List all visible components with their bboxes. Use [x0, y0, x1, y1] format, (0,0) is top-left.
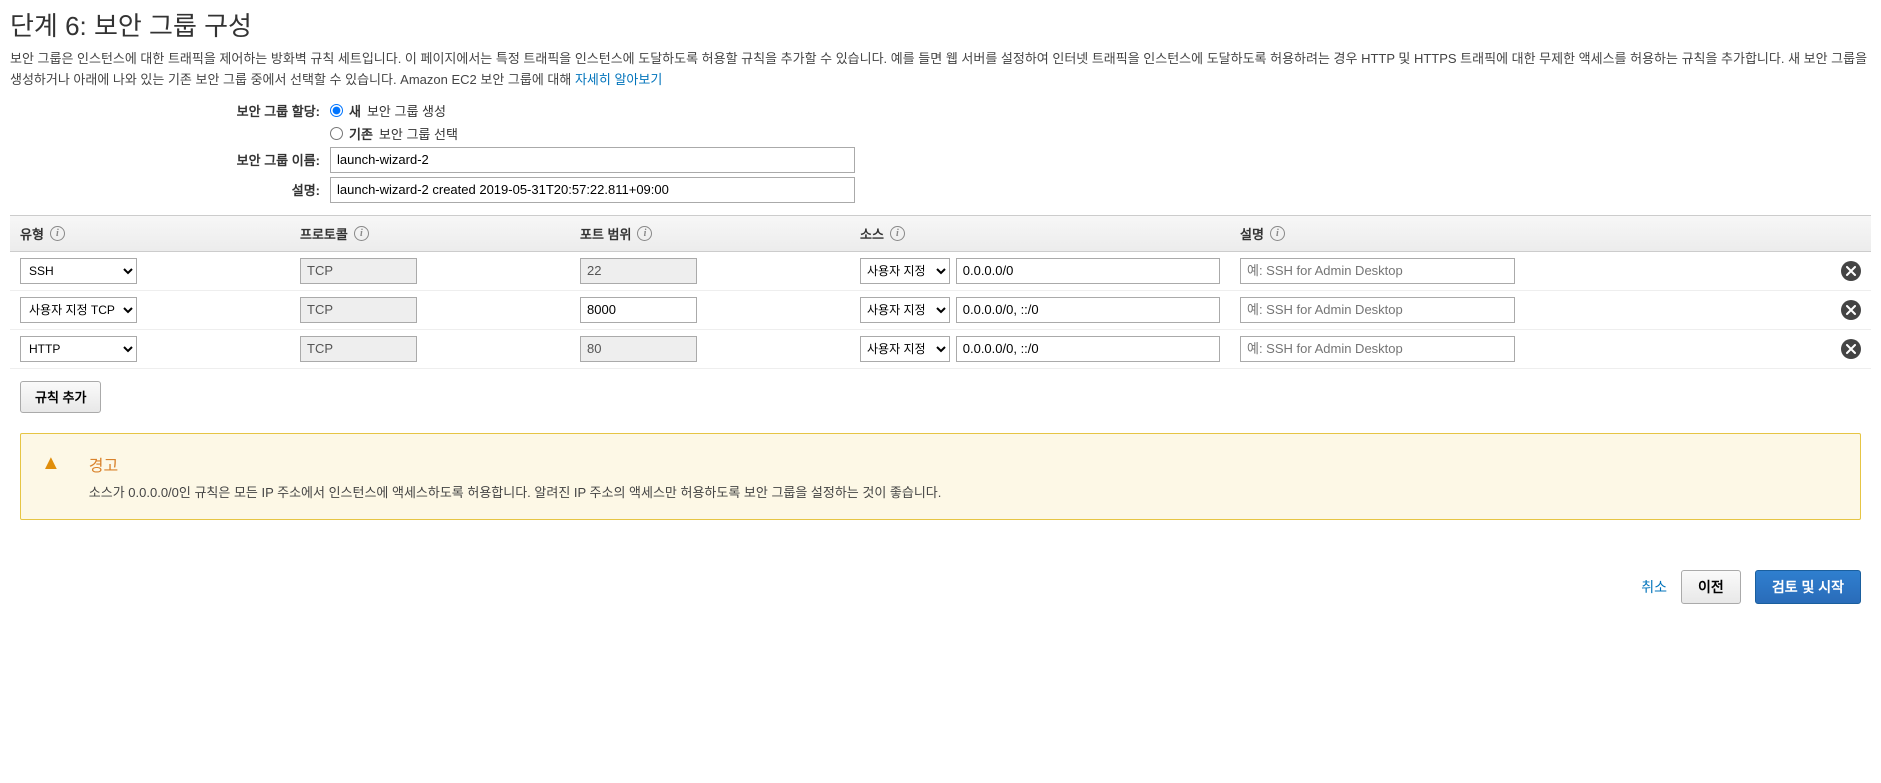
rule-type-select[interactable]: 사용자 지정 TCP — [20, 297, 137, 323]
col-source-label: 소스 — [860, 224, 884, 243]
description-text: 보안 그룹은 인스턴스에 대한 트래픽을 제어하는 방화벽 규칙 세트입니다. … — [10, 51, 1867, 87]
warning-box: ▲ 경고 소스가 0.0.0.0/0인 규칙은 모든 IP 주소에서 인스턴스에… — [20, 433, 1861, 520]
rule-port-input — [580, 258, 697, 284]
group-desc-input[interactable] — [330, 177, 855, 203]
page-title: 단계 6: 보안 그룹 구성 — [10, 6, 1871, 43]
info-icon[interactable]: i — [637, 226, 652, 241]
previous-button[interactable]: 이전 — [1681, 570, 1741, 604]
col-protocol-label: 프로토콜 — [300, 224, 348, 243]
radio-new-input[interactable] — [330, 104, 343, 117]
rule-protocol-input — [300, 258, 417, 284]
delete-rule-button[interactable] — [1841, 300, 1861, 320]
review-launch-button[interactable]: 검토 및 시작 — [1755, 570, 1861, 604]
rule-desc-input[interactable] — [1240, 336, 1515, 362]
radio-new-text: 보안 그룹 생성 — [367, 101, 446, 120]
radio-new-group[interactable]: 새 보안 그룹 생성 — [330, 101, 1871, 120]
close-icon — [1846, 266, 1856, 276]
page-description: 보안 그룹은 인스턴스에 대한 트래픽을 제어하는 방화벽 규칙 세트입니다. … — [10, 49, 1871, 91]
wizard-footer: 취소 이전 검토 및 시작 — [0, 540, 1881, 614]
group-name-input[interactable] — [330, 147, 855, 173]
rule-protocol-input — [300, 297, 417, 323]
rule-source-input[interactable] — [956, 258, 1220, 284]
rule-protocol-input — [300, 336, 417, 362]
group-desc-label: 설명: — [10, 180, 330, 199]
warning-icon: ▲ — [41, 452, 61, 475]
rule-port-input[interactable] — [580, 297, 697, 323]
cancel-link[interactable]: 취소 — [1641, 577, 1667, 597]
delete-rule-button[interactable] — [1841, 261, 1861, 281]
col-type-label: 유형 — [20, 224, 44, 243]
radio-existing-group[interactable]: 기존 보안 그룹 선택 — [330, 124, 1871, 143]
info-icon[interactable]: i — [890, 226, 905, 241]
rule-source-input[interactable] — [956, 336, 1220, 362]
add-rule-button[interactable]: 규칙 추가 — [20, 381, 101, 413]
info-icon[interactable]: i — [1270, 226, 1285, 241]
rule-type-select[interactable]: SSH — [20, 258, 137, 284]
group-name-label: 보안 그룹 이름: — [10, 150, 330, 169]
learn-more-link[interactable]: 자세히 알아보기 — [575, 72, 662, 87]
radio-existing-input[interactable] — [330, 127, 343, 140]
rule-source-mode-select[interactable]: 사용자 지정 — [860, 297, 950, 323]
assign-label: 보안 그룹 할당: — [10, 101, 330, 120]
rule-source-mode-select[interactable]: 사용자 지정 — [860, 336, 950, 362]
info-icon[interactable]: i — [50, 226, 65, 241]
warning-text: 소스가 0.0.0.0/0인 규칙은 모든 IP 주소에서 인스턴스에 액세스하… — [89, 482, 942, 501]
close-icon — [1846, 344, 1856, 354]
rule-row: 사용자 지정 TCP 사용자 지정 — [10, 291, 1871, 330]
radio-new-bold: 새 — [349, 101, 361, 120]
radio-existing-text: 보안 그룹 선택 — [379, 124, 458, 143]
info-icon[interactable]: i — [354, 226, 369, 241]
rule-port-input — [580, 336, 697, 362]
rule-desc-input[interactable] — [1240, 297, 1515, 323]
col-port-label: 포트 범위 — [580, 224, 631, 243]
warning-title: 경고 — [89, 452, 942, 476]
close-icon — [1846, 305, 1856, 315]
rule-source-input[interactable] — [956, 297, 1220, 323]
rule-type-select[interactable]: HTTP — [20, 336, 137, 362]
rules-header: 유형 i 프로토콜 i 포트 범위 i 소스 i 설명 i — [10, 215, 1871, 252]
delete-rule-button[interactable] — [1841, 339, 1861, 359]
rule-source-mode-select[interactable]: 사용자 지정 — [860, 258, 950, 284]
radio-existing-bold: 기존 — [349, 124, 373, 143]
rule-row: SSH 사용자 지정 — [10, 252, 1871, 291]
col-desc-label: 설명 — [1240, 224, 1264, 243]
rule-desc-input[interactable] — [1240, 258, 1515, 284]
rule-row: HTTP 사용자 지정 — [10, 330, 1871, 369]
